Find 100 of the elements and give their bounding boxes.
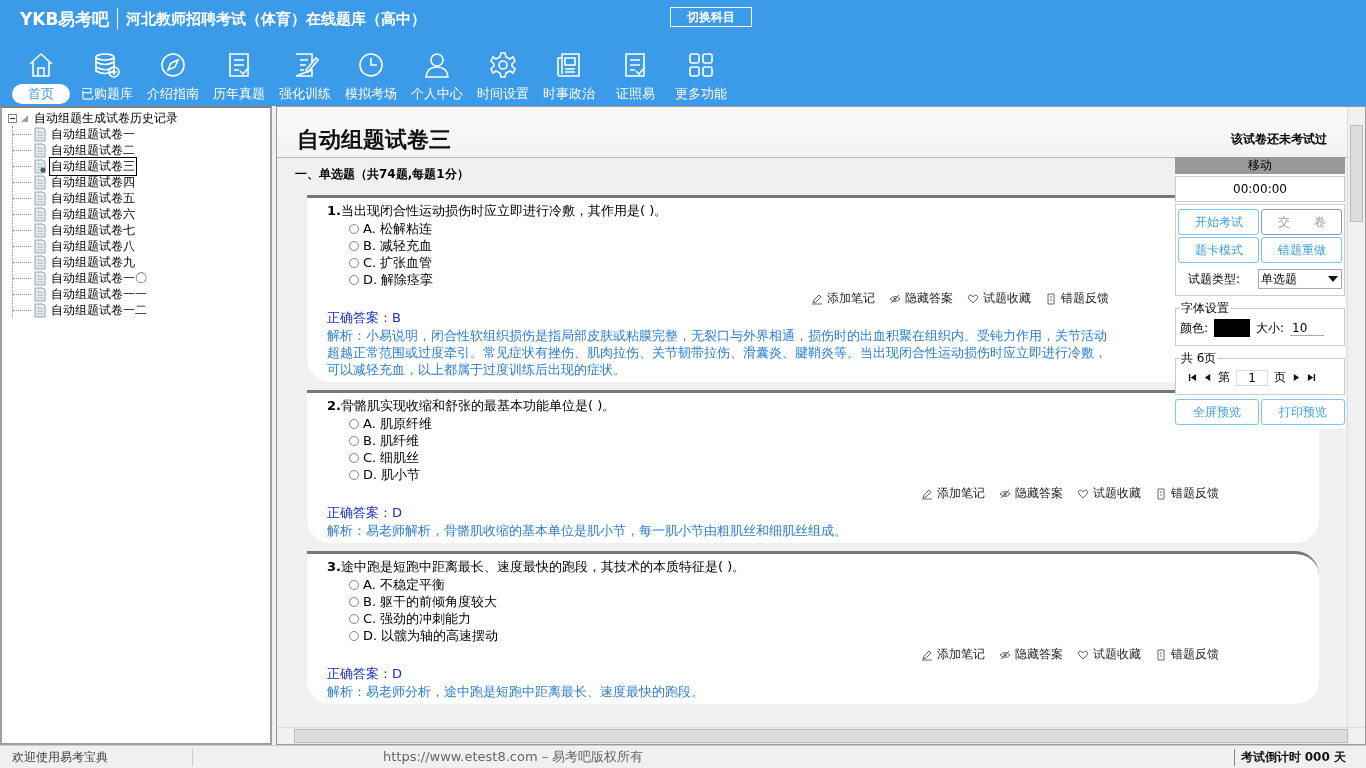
heart-icon: [1077, 487, 1089, 500]
document-icon: [34, 190, 46, 206]
correct-answer: 正确答案：B: [327, 309, 401, 327]
option-label[interactable]: A. 肌原纤维: [363, 414, 432, 433]
app-logo: YKB易考吧: [20, 7, 110, 31]
action-link[interactable]: 添加笔记: [921, 485, 985, 502]
nav-icon[interactable]: [686, 50, 716, 80]
correct-answer: 正确答案：D: [327, 504, 402, 522]
action-link[interactable]: 添加笔记: [811, 290, 875, 307]
exam-timer: 00:00:00: [1175, 176, 1345, 202]
eye-icon: [999, 487, 1011, 500]
document-icon: [34, 158, 46, 174]
last-page-icon[interactable]: [1307, 373, 1316, 382]
radio-button[interactable]: [349, 596, 359, 607]
action-link[interactable]: 错题反馈: [1045, 290, 1109, 307]
type-dropdown[interactable]: 单选题: [1258, 269, 1342, 289]
question-stem: 3.途中跑是短跑中距离最长、速度最快的跑段，其技术的本质特征是( )。: [327, 558, 746, 576]
collapse-icon[interactable]: [8, 113, 17, 123]
page-field[interactable]: 1: [1236, 369, 1268, 386]
radio-button[interactable]: [349, 613, 359, 624]
group-title: 共 6页: [1180, 350, 1218, 367]
radio-button[interactable]: [349, 240, 359, 251]
move-handle[interactable]: 移动: [1175, 157, 1345, 174]
color-swatch[interactable]: [1214, 319, 1251, 337]
document-icon: [34, 222, 46, 238]
action-link[interactable]: 错题反馈: [1155, 646, 1219, 663]
answer-analysis: 解析：易老师解析，骨骼肌收缩的基本单位是肌小节，每一肌小节由粗肌丝和细肌丝组成。: [327, 522, 847, 539]
pencil-icon: [921, 648, 933, 661]
nav-icon[interactable]: [158, 50, 188, 80]
nav-icon[interactable]: [422, 50, 452, 80]
action-link[interactable]: 试题收藏: [1077, 646, 1141, 663]
action-link[interactable]: 隐藏答案: [999, 485, 1063, 502]
next-page-icon[interactable]: [1292, 373, 1301, 382]
radio-button[interactable]: [349, 223, 359, 234]
document-icon: [34, 206, 46, 222]
nav-icon[interactable]: [356, 50, 386, 80]
type-label: 试题类型:: [1188, 270, 1241, 288]
action-link[interactable]: 添加笔记: [921, 646, 985, 663]
previous-page-icon[interactable]: [1203, 373, 1212, 382]
action-link[interactable]: 试题收藏: [1077, 485, 1141, 502]
option-label[interactable]: A. 不稳定平衡: [363, 575, 445, 594]
folder-icon: [20, 113, 29, 123]
question-stem: 2.骨骼肌实现收缩和舒张的最基本功能单位是( )。: [327, 397, 616, 415]
size-label: 大小:: [1256, 319, 1285, 337]
option-label[interactable]: C. 细肌丝: [363, 448, 420, 467]
option-label[interactable]: B. 躯干的前倾角度较大: [363, 592, 498, 611]
radio-button[interactable]: [349, 257, 359, 268]
page-prefix: 第: [1218, 369, 1230, 386]
section-heading: 一、单选题（共74题,每题1分）: [295, 166, 470, 183]
welcome-text: 欢迎使用易考宝典: [0, 748, 193, 766]
radio-button[interactable]: [349, 630, 359, 641]
paper-title: 自动组题试卷三: [297, 126, 451, 154]
eye-icon: [999, 648, 1011, 661]
document-icon: [34, 238, 46, 254]
paper-status: 该试卷还未考试过: [1231, 130, 1327, 148]
option-label[interactable]: D. 肌小节: [363, 465, 421, 484]
action-link[interactable]: 错题反馈: [1155, 485, 1219, 502]
radio-button[interactable]: [349, 435, 359, 446]
radio-button[interactable]: [349, 579, 359, 590]
option-label[interactable]: D. 解除痉挛: [363, 270, 434, 289]
document-icon: [34, 270, 46, 286]
document-icon: [34, 174, 46, 190]
page-suffix: 页: [1274, 369, 1286, 386]
first-page-icon[interactable]: [1188, 373, 1197, 382]
answer-analysis: 解析：小易说明，闭合性软组织损伤是指局部皮肤或粘膜完整，无裂口与外界相通，损伤时的出血积聚在组织内。受钝力作用，关节活动超越正常范围或过度牵引。常见症状有挫伤、肌肉拉伤、关节韧带拉伤、滑囊炎、腱鞘炎等。当出现闭合性运动损伤时应立即进行冷敷，可以减轻充血，以上都属于过度训练后出现的症状。: [327, 327, 1108, 378]
option-label[interactable]: C. 强劲的冲刺能力: [363, 609, 472, 628]
action-link[interactable]: 隐藏答案: [999, 646, 1063, 663]
group-title: 字体设置: [1180, 300, 1230, 317]
document-icon: [34, 254, 46, 270]
document-icon: [34, 286, 46, 302]
question-stem: 1.当出现闭合性运动损伤时应立即进行冷敷，其作用是( )。: [327, 202, 668, 220]
document-icon: [34, 142, 46, 158]
radio-button[interactable]: [349, 452, 359, 463]
radio-button[interactable]: [349, 418, 359, 429]
app-title: 河北教师招聘考试（体育）在线题库（高中）: [126, 9, 427, 29]
exam-countdown: 考试倒计时 000 天: [1233, 748, 1366, 766]
option-label[interactable]: C. 扩张血管: [363, 253, 433, 272]
radio-button[interactable]: [349, 469, 359, 480]
heart-icon: [1077, 648, 1089, 661]
copyright-text: https://www.etest8.com – 易考吧版权所有: [383, 748, 644, 766]
option-label[interactable]: A. 松解粘连: [363, 219, 432, 238]
option-label[interactable]: D. 以髋为轴的高速摆动: [363, 626, 499, 645]
action-link[interactable]: 试题收藏: [967, 290, 1031, 307]
correct-answer: 正确答案：D: [327, 665, 402, 683]
size-field[interactable]: 10: [1290, 320, 1325, 336]
feedback-icon: [1045, 292, 1057, 305]
document-icon: [34, 126, 46, 142]
option-label[interactable]: B. 减轻充血: [363, 236, 433, 255]
tree-item[interactable]: 自动组题试卷三: [49, 156, 137, 176]
nav-icon[interactable]: [92, 50, 122, 80]
action-link[interactable]: 隐藏答案: [889, 290, 953, 307]
radio-button[interactable]: [349, 274, 359, 285]
pencil-icon: [811, 292, 823, 305]
pencil-icon: [921, 487, 933, 500]
color-label: 颜色:: [1180, 319, 1209, 337]
nav-icon[interactable]: [488, 50, 518, 80]
feedback-icon: [1155, 487, 1167, 500]
eye-icon: [889, 292, 901, 305]
document-icon: [34, 302, 46, 318]
option-label[interactable]: B. 肌纤维: [363, 431, 420, 450]
